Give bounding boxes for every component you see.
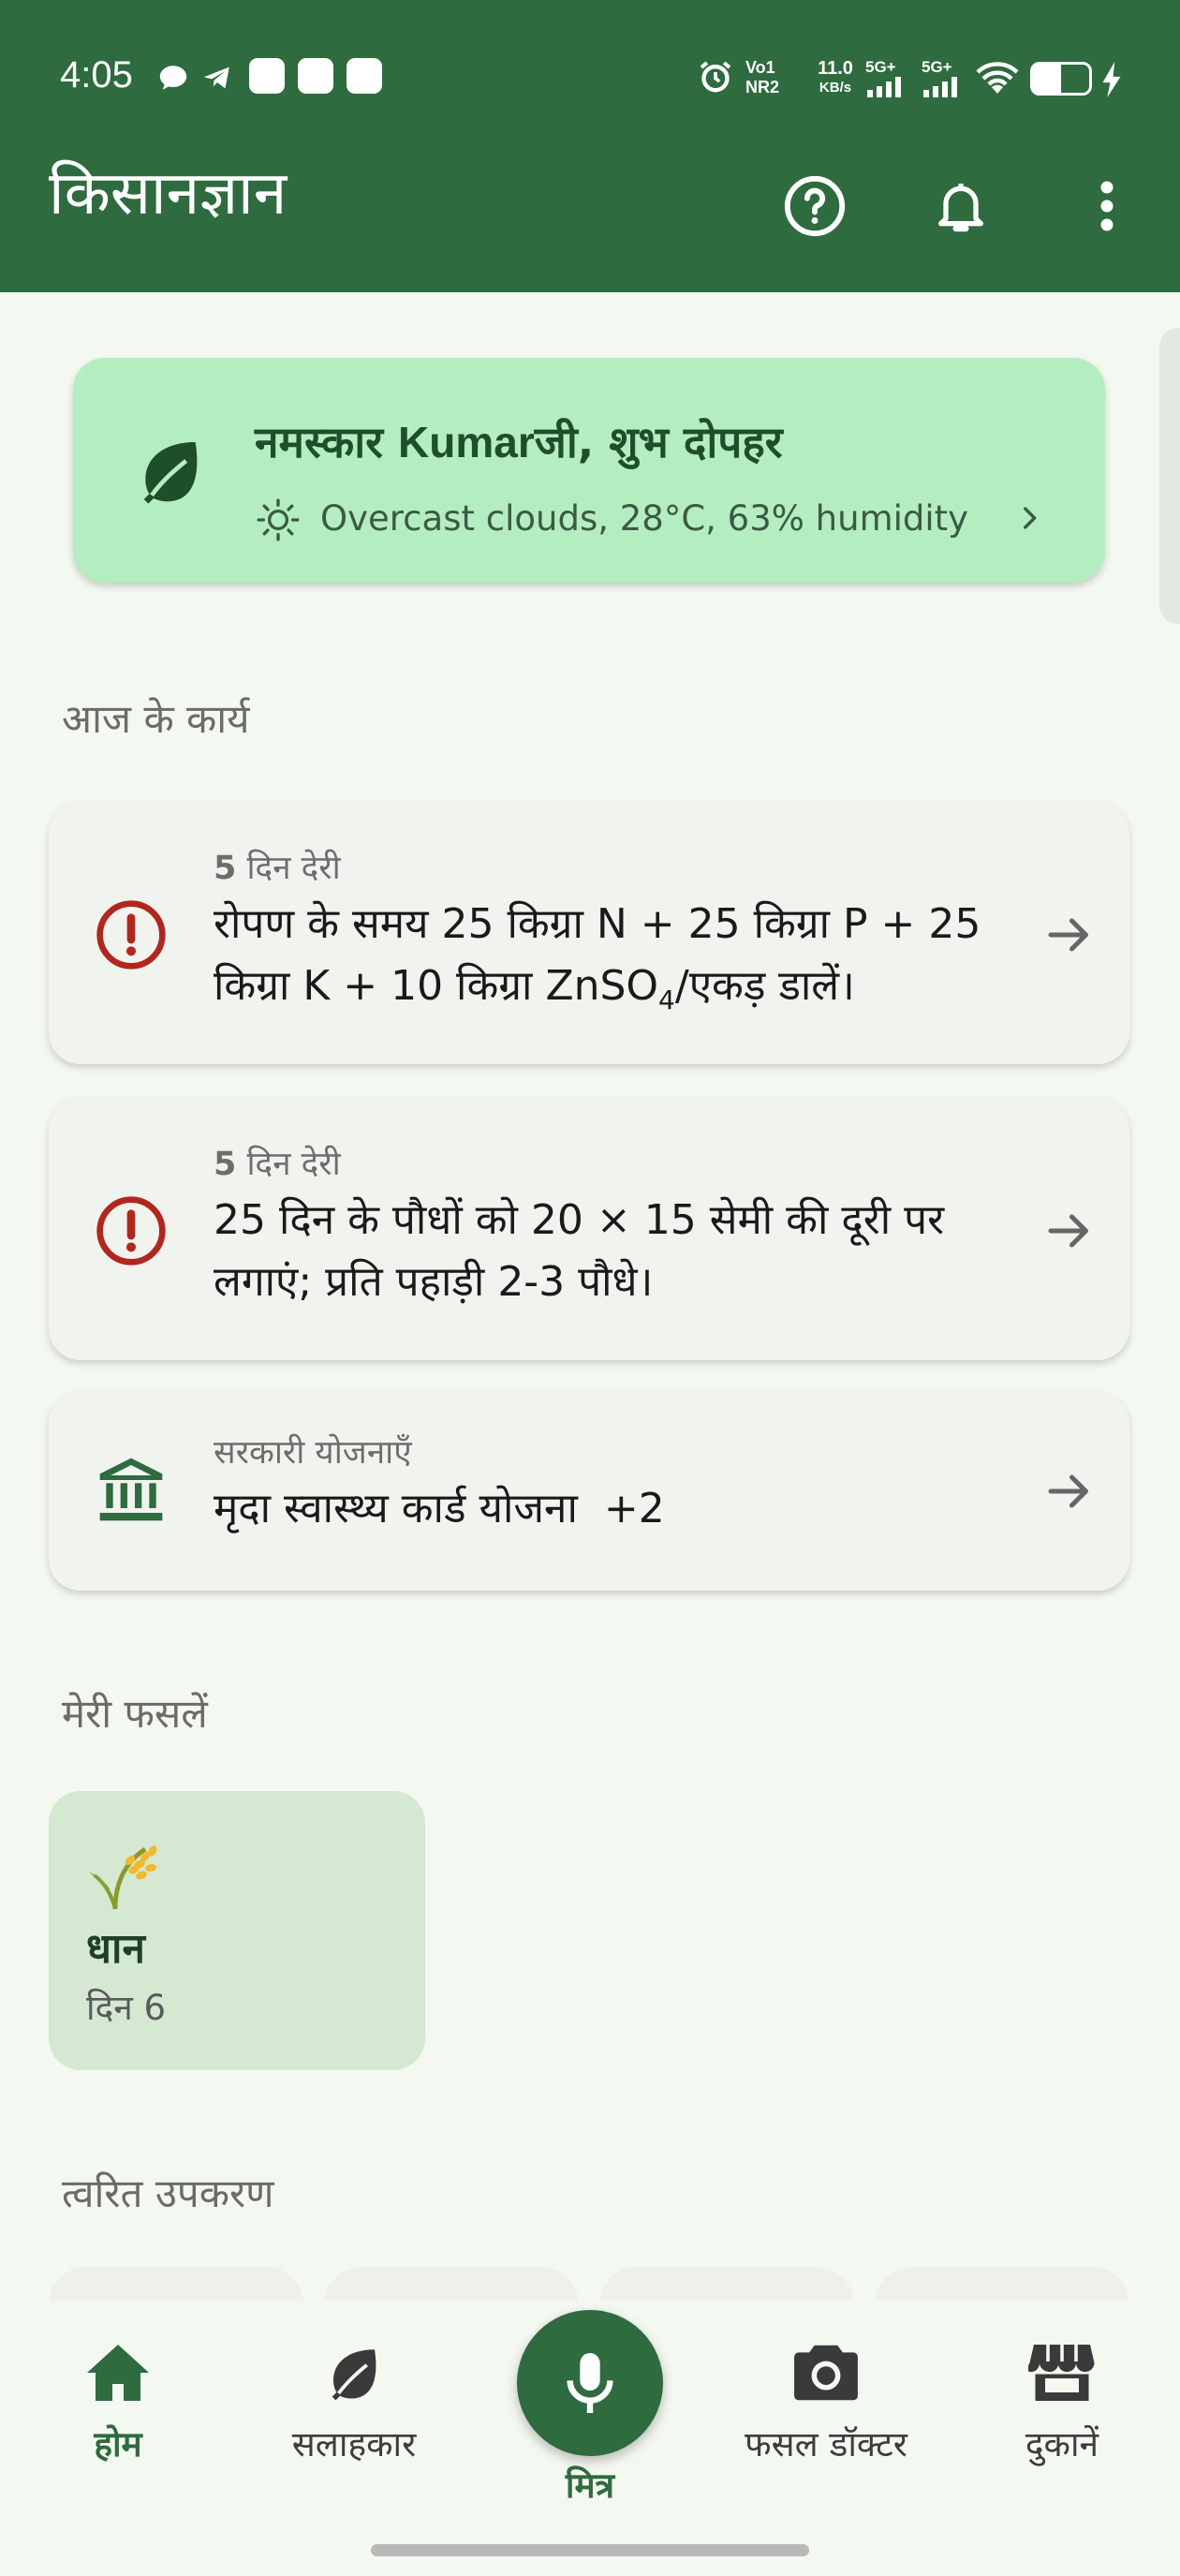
- more-vert-icon: [1100, 181, 1114, 231]
- network-2-label: NR2: [745, 78, 780, 96]
- signal-2-label: 5G+: [922, 58, 952, 76]
- home-icon: [87, 2345, 149, 2401]
- telegram-icon: [203, 67, 229, 89]
- arrow-right-icon: [1048, 918, 1088, 952]
- schemes-label: सरकारी योजनाएँ: [214, 1434, 412, 1472]
- nav-home-label: होम: [94, 2424, 142, 2465]
- bell-icon: [938, 184, 983, 232]
- app-notification-icon: [249, 58, 285, 94]
- crops-section-title: मेरी फसलें: [62, 1691, 208, 1737]
- crop-name: धान: [86, 1925, 145, 1973]
- task-delay-number: 5: [214, 850, 237, 887]
- schemes-text: मृदा स्वास्थ्य कार्ड योजना +2: [214, 1485, 665, 1532]
- task-text-main: रोपण के समय 25 किग्रा N + 25 किग्रा P + …: [214, 900, 981, 1010]
- user-name: Kumar: [398, 418, 535, 466]
- help-icon: [784, 175, 846, 237]
- schemes-card[interactable]: सरकारी योजनाएँ मृदा स्वास्थ्य कार्ड योजन…: [49, 1392, 1129, 1591]
- weather-summary: Overcast clouds, 28°C, 63% humidity: [320, 498, 969, 539]
- sun-icon: [257, 498, 300, 541]
- task-text: रोपण के समय 25 किग्रा N + 25 किग्रा P + …: [214, 894, 1019, 1031]
- nav-mitra-mic-button[interactable]: [517, 2310, 663, 2456]
- greeting-prefix: नमस्कार: [255, 417, 399, 467]
- network-indicator: Vo1 NR2: [745, 58, 802, 97]
- store-icon: [1027, 2345, 1095, 2401]
- more-options-button[interactable]: [1069, 169, 1144, 244]
- nav-crop-doctor-label: फसल डॉक्टर: [745, 2424, 907, 2465]
- greeting-card[interactable]: नमस्कार Kumarजी, शुभ दोपहर Overcast clou…: [73, 358, 1105, 583]
- chat-notification-icon: [159, 66, 187, 90]
- mic-icon: [567, 2353, 613, 2413]
- nav-advisor-label: सलाहकार: [291, 2424, 417, 2465]
- charging-icon: [1102, 62, 1121, 97]
- notifications-button[interactable]: [923, 169, 998, 244]
- nav-shops[interactable]: दुकानें: [959, 2342, 1165, 2466]
- nav-home[interactable]: होम: [15, 2342, 221, 2466]
- crop-day: दिन 6: [86, 1988, 167, 2028]
- shop-notification-icon: [347, 58, 382, 94]
- data-speed: 11.0 KB/s: [809, 58, 862, 96]
- speed-unit: KB/s: [819, 80, 852, 96]
- crop-card-rice[interactable]: धान दिन 6: [49, 1791, 425, 2070]
- nav-crop-doctor[interactable]: फसल डॉक्टर: [723, 2342, 929, 2466]
- alarm-icon: [700, 61, 731, 93]
- gesture-home-indicator[interactable]: [371, 2544, 809, 2556]
- rice-icon: [89, 1845, 157, 1910]
- status-time: 4:05: [60, 54, 133, 96]
- arrow-right-icon: [1048, 1214, 1088, 1248]
- signal-1-icon: 5G+: [865, 58, 910, 97]
- network-1-label: Vo1: [745, 58, 775, 77]
- nav-mitra-label: मित्र: [565, 2465, 615, 2506]
- camera-icon: [794, 2345, 858, 2401]
- task-delay-text: दिन देरी: [236, 850, 341, 887]
- help-button[interactable]: [777, 169, 852, 244]
- task-card-1[interactable]: 5 दिन देरी रोपण के समय 25 किग्रा N + 25 …: [49, 802, 1129, 1064]
- task-text-subscript: 4: [658, 984, 675, 1015]
- task-text-tail: /एकड़ डालें।: [674, 962, 855, 1010]
- alert-icon: [96, 1196, 166, 1266]
- speed-value: 11.0: [818, 58, 853, 79]
- app-title: किसानज्ञान: [49, 159, 288, 229]
- greeting-title: नमस्कार Kumarजी, शुभ दोपहर: [255, 412, 783, 470]
- alert-icon: [96, 900, 166, 970]
- greeting-suffix: जी, शुभ दोपहर: [534, 417, 783, 467]
- task-card-2[interactable]: 5 दिन देरी 25 दिन के पौधों को 20 × 15 से…: [49, 1098, 1129, 1360]
- chevron-right-icon: [1024, 507, 1037, 529]
- task-text: 25 दिन के पौधों को 20 × 15 सेमी की दूरी …: [214, 1196, 945, 1306]
- tools-section-title: त्वरित उपकरण: [62, 2170, 274, 2216]
- arrow-right-icon: [1048, 1474, 1088, 1508]
- leaf-icon: [143, 442, 198, 504]
- task-delay-number: 5: [214, 1146, 237, 1183]
- app-header: [0, 0, 1180, 292]
- bank-icon: [99, 1458, 163, 1521]
- wifi-icon: [976, 62, 1019, 94]
- signal-2-icon: 5G+: [922, 58, 966, 97]
- battery-icon: [1030, 62, 1092, 96]
- usb-notification-icon: [298, 58, 333, 94]
- task-delay-label: 5 दिन देरी: [214, 1141, 341, 1185]
- task-delay-label: 5 दिन देरी: [214, 845, 341, 889]
- nav-advisor[interactable]: सलाहकार: [251, 2342, 457, 2466]
- leaf-icon: [332, 2349, 376, 2401]
- side-drawer-handle[interactable]: [1159, 328, 1180, 624]
- signal-1-label: 5G+: [865, 58, 896, 76]
- tasks-section-title: आज के कार्य: [62, 696, 250, 742]
- nav-shops-label: दुकानें: [1025, 2424, 1099, 2465]
- task-delay-text: दिन देरी: [236, 1146, 341, 1183]
